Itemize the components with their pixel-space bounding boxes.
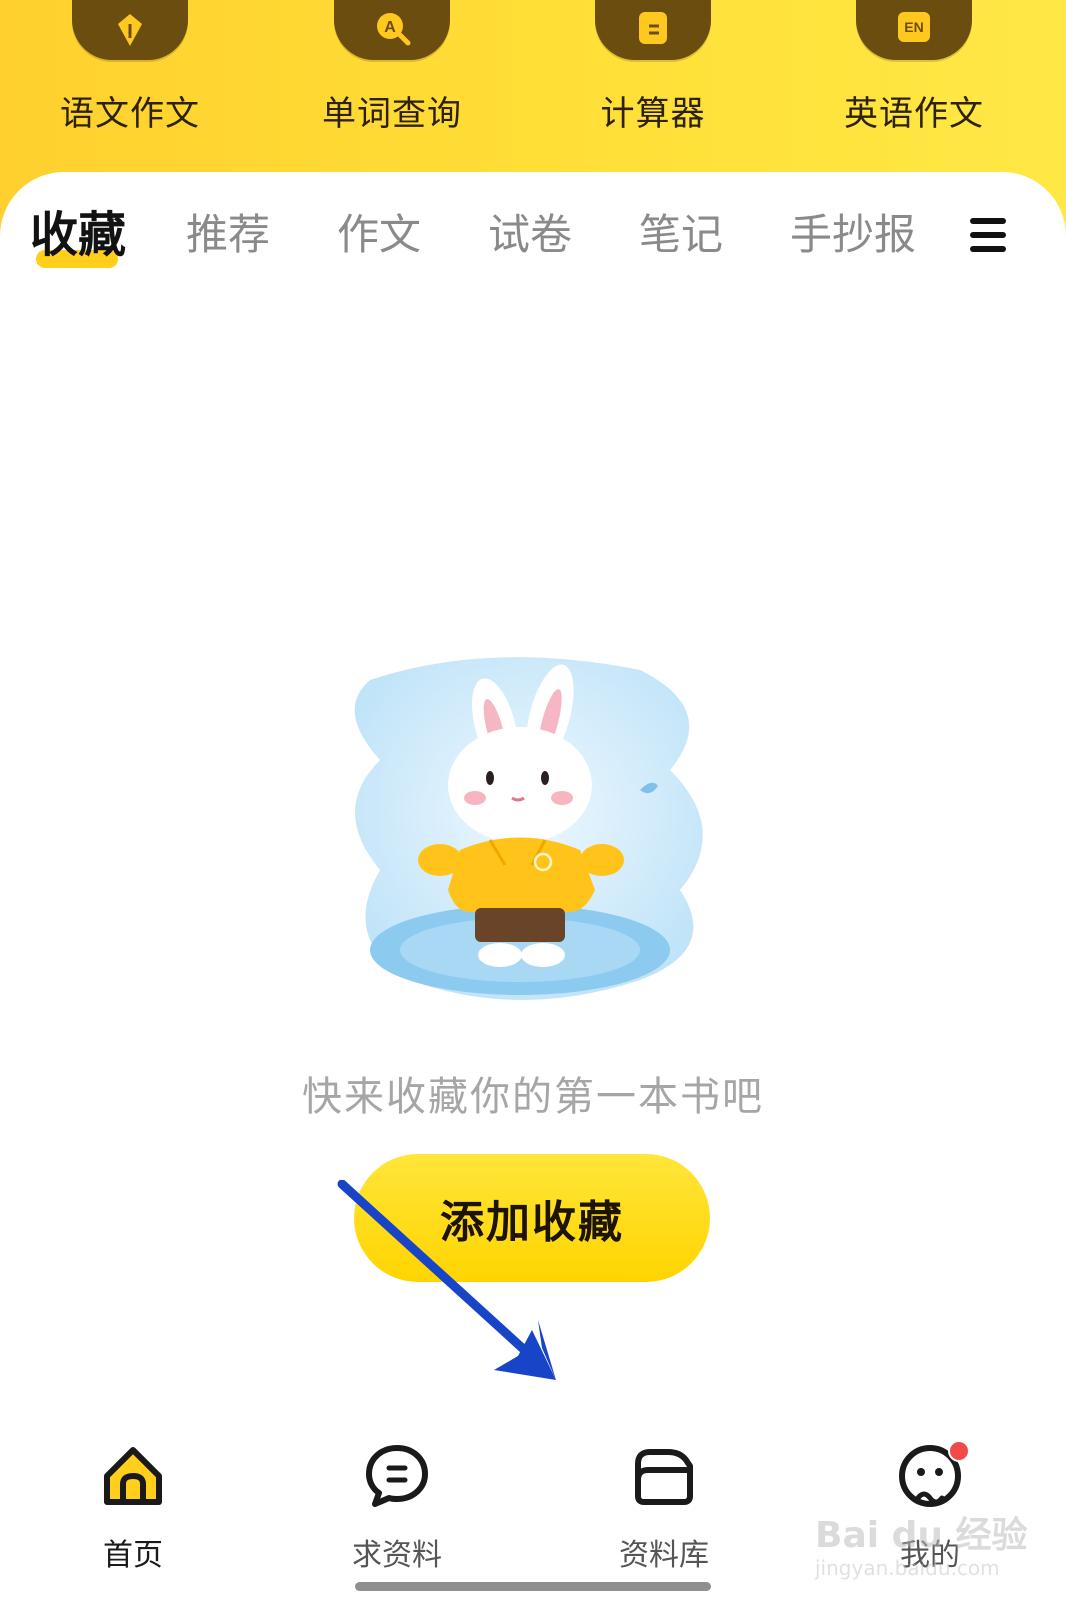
empty-state-message: 快来收藏你的第一本书吧 xyxy=(302,1074,764,1120)
bottom-navigation: 首页 求资料 资料库 我的 xyxy=(0,1420,1066,1600)
notification-badge xyxy=(948,1440,970,1462)
nav-label: 资料库 xyxy=(619,1538,709,1573)
nav-label: 我的 xyxy=(900,1538,960,1573)
tool-english-essay[interactable]: EN 英语作文 xyxy=(814,0,1014,170)
word-search-icon: A xyxy=(334,0,450,60)
tool-shortcuts: 语文作文 A 单词查询 计算器 EN 英语作文 xyxy=(0,0,1066,175)
tab-handwritten-newspaper[interactable]: 手抄报 xyxy=(790,200,916,270)
pen-nib-icon xyxy=(72,0,188,60)
tool-word-lookup[interactable]: A 单词查询 xyxy=(292,0,492,170)
tool-label: 单词查询 xyxy=(322,94,462,134)
tool-calculator[interactable]: 计算器 xyxy=(553,0,753,170)
tab-exam-papers[interactable]: 试卷 xyxy=(488,200,572,270)
tool-chinese-essay[interactable]: 语文作文 xyxy=(30,0,230,170)
english-essay-icon: EN xyxy=(856,0,972,60)
tab-favorites[interactable]: 收藏 xyxy=(30,200,126,270)
tab-essays[interactable]: 作文 xyxy=(337,200,421,270)
hamburger-menu-icon[interactable] xyxy=(970,218,1010,254)
nav-profile[interactable]: 我的 xyxy=(850,1440,1010,1580)
svg-text:EN: EN xyxy=(904,19,923,35)
nav-label: 首页 xyxy=(103,1538,163,1573)
home-indicator[interactable] xyxy=(355,1582,711,1591)
svg-text:A: A xyxy=(384,19,396,36)
category-tabs: 收藏 推荐 作文 试卷 笔记 手抄报 xyxy=(0,200,1066,270)
nav-home[interactable]: 首页 xyxy=(53,1440,213,1580)
tool-label: 计算器 xyxy=(600,94,706,134)
calculator-icon xyxy=(595,0,711,60)
nav-request-materials[interactable]: 求资料 xyxy=(317,1440,477,1580)
tab-recommended[interactable]: 推荐 xyxy=(186,200,270,270)
bunny-illustration xyxy=(354,657,703,1000)
nav-library[interactable]: 资料库 xyxy=(584,1440,744,1580)
nav-label: 求资料 xyxy=(352,1538,442,1573)
home-icon xyxy=(104,1447,162,1505)
tool-label: 语文作文 xyxy=(60,94,200,134)
folder-icon xyxy=(635,1449,693,1505)
annotation-arrow xyxy=(337,1180,556,1380)
tool-label: 英语作文 xyxy=(844,94,984,134)
tab-notes[interactable]: 笔记 xyxy=(639,200,723,270)
chat-bubble-icon xyxy=(366,1445,428,1507)
